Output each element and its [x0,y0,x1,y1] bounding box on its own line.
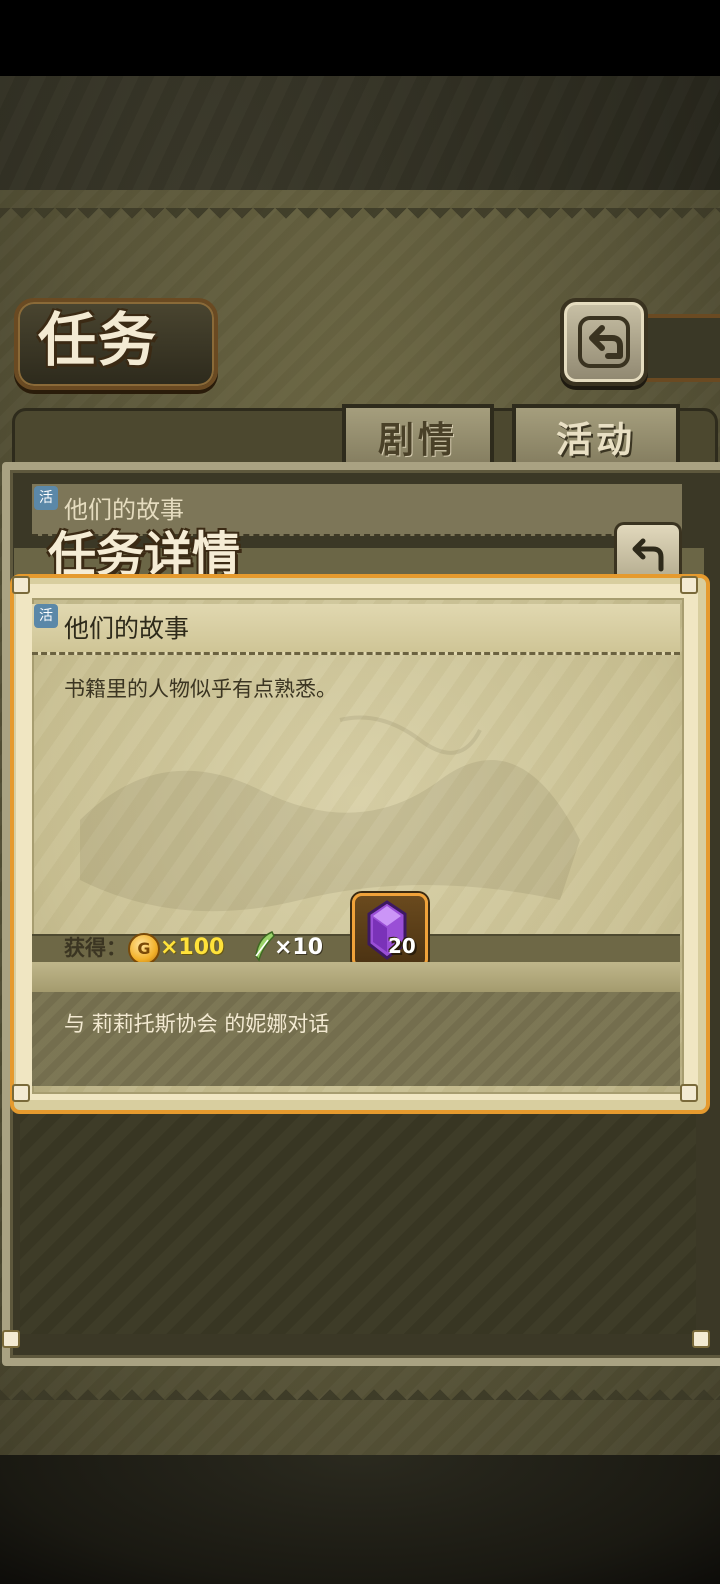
quest-description: 书籍里的人物似乎有点熟悉。 [64,677,337,701]
quest-name: 他们的故事 [64,614,190,643]
quest-list-empty-area [20,1090,696,1334]
zigzag-border-top [0,208,720,230]
gold-reward-count: ×100 [160,935,225,960]
header-rail [636,314,720,382]
event-badge-icon: 活 [34,486,58,510]
screen-title: 任务 [38,306,159,374]
map-watermark [80,715,580,912]
feather-reward-count: ×10 [274,935,324,960]
detail-close-button[interactable] [614,522,682,581]
return-arrow-icon [632,538,664,572]
return-arrow-icon [578,316,630,368]
frame-corner [680,576,698,594]
gold-coin-icon: G [128,933,160,965]
feather-icon [255,931,275,962]
quest-objective: 与 莉莉托斯协会 的妮娜对话 [64,1012,330,1036]
screen-back-button[interactable] [560,298,648,386]
zigzag-border-bottom [0,1378,720,1400]
frame-corner [12,1084,30,1102]
frame-corner [692,1330,710,1348]
frame-corner [12,576,30,594]
paper-torn-edge [32,962,680,992]
event-badge-icon: 活 [34,604,58,628]
frame-corner [2,1330,20,1348]
gem-reward-count: 20 [388,934,416,958]
reward-label: 获得： [64,936,127,960]
frame-corner [680,1084,698,1102]
bottom-backdrop [0,1455,720,1584]
